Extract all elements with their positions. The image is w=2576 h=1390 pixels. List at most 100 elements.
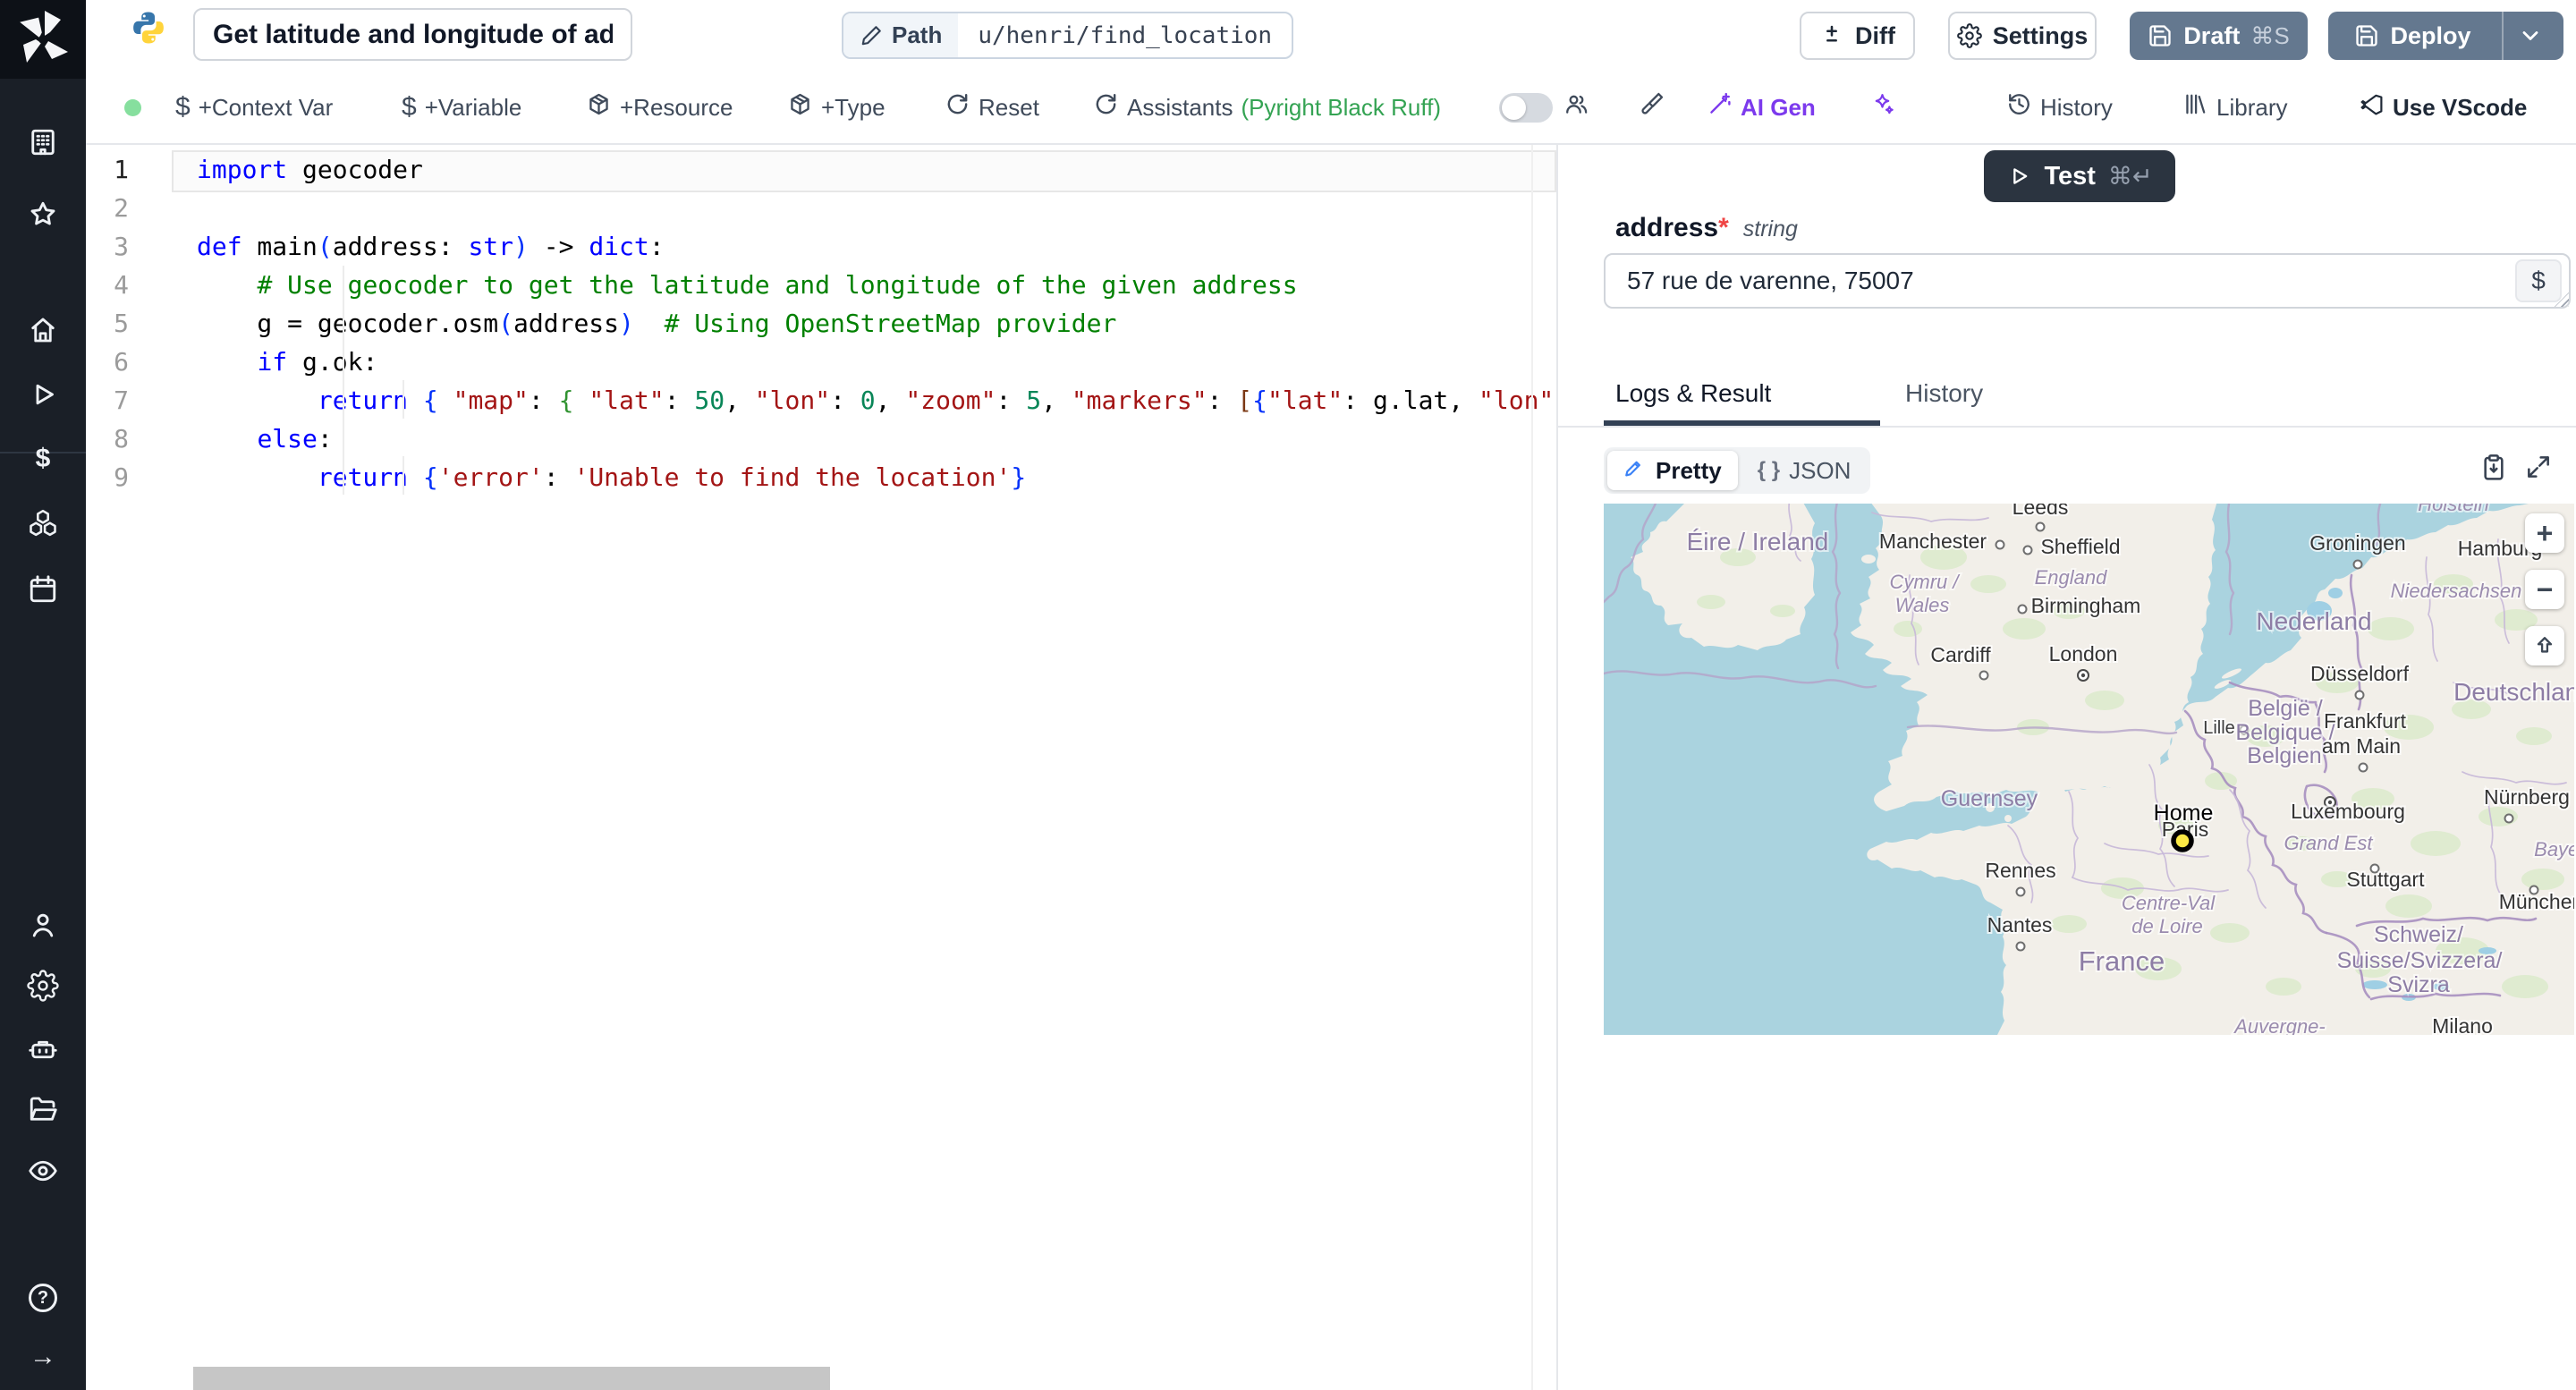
path-chip[interactable]: Path u/henri/find_location: [842, 12, 1294, 59]
indent-guide: [343, 266, 344, 495]
ai-sparkles-button[interactable]: [1869, 72, 1895, 143]
code-line-1[interactable]: 1 import geocoder: [86, 150, 1556, 192]
map-label: Luxembourg: [2291, 800, 2405, 823]
expand-icon[interactable]: [2524, 453, 2553, 481]
map-label: Stuttgart: [2347, 868, 2426, 891]
sidebar-item-calendar[interactable]: [0, 564, 86, 614]
map-label: Éire / Ireland: [1687, 528, 1829, 555]
sidebar-item-folder[interactable]: [0, 1084, 86, 1134]
save-icon: [2149, 25, 2171, 47]
diff-mode-toggle[interactable]: [1499, 93, 1553, 123]
settings-button[interactable]: Settings: [1948, 12, 2097, 60]
script-title-input[interactable]: [193, 8, 632, 61]
required-asterisk: *: [1718, 213, 1729, 242]
code-line-5[interactable]: 5 g = geocoder.osm(address) # Using Open…: [86, 304, 1556, 343]
tab-history[interactable]: History: [1905, 379, 1983, 408]
map-marker[interactable]: [2171, 829, 2194, 852]
deploy-dropdown-button[interactable]: [2501, 12, 2557, 60]
line-number: 3: [114, 232, 129, 261]
multiplayer-button[interactable]: [1563, 72, 1589, 143]
use-vscode-button[interactable]: Use VScode: [2359, 72, 2527, 143]
run-panel: Test ⌘↵ address* string $ Logs & Result …: [1558, 145, 2576, 1390]
result-view-switcher: Pretty { } JSON: [1604, 447, 1871, 494]
sidebar-item-arrow-right[interactable]: →: [0, 1332, 86, 1382]
map-recenter-button[interactable]: [2525, 626, 2564, 665]
sidebar-item-user[interactable]: [0, 900, 86, 950]
reset-button[interactable]: Reset: [945, 72, 1039, 143]
add-context-var-button[interactable]: $ +Context Var: [175, 72, 333, 143]
map-label: Cymru /: [1890, 571, 1961, 593]
code-line-3[interactable]: 3 def main(address: str) -> dict:: [86, 227, 1556, 266]
code-text: import geocoder: [197, 155, 423, 184]
arrow-right-icon: →: [30, 1342, 56, 1371]
deploy-button[interactable]: Deploy: [2328, 12, 2563, 60]
json-view-button[interactable]: { } JSON: [1741, 451, 1868, 490]
copy-result-icon[interactable]: [2479, 453, 2508, 481]
add-variable-button[interactable]: $ +Variable: [402, 72, 521, 143]
code-line-6[interactable]: 6 if g.ok:: [86, 343, 1556, 381]
line-number: 7: [114, 386, 129, 415]
brush-icon: [1639, 91, 1665, 123]
add-type-button[interactable]: +Type: [787, 72, 886, 143]
sidebar-item-gear[interactable]: [0, 961, 86, 1011]
library-button[interactable]: Library: [2182, 72, 2287, 143]
code-line-9[interactable]: 9 return {'error': 'Unable to find the l…: [86, 458, 1556, 496]
tab-logs-result[interactable]: Logs & Result: [1615, 379, 1771, 408]
pencil-icon: [861, 25, 881, 45]
map-label: Düsseldorf: [2310, 662, 2410, 685]
format-button[interactable]: [1639, 72, 1665, 143]
code-line-2[interactable]: 2: [86, 189, 1556, 227]
code-line-4[interactable]: 4 # Use geocoder to get the latitude and…: [86, 266, 1556, 304]
sidebar-item-help[interactable]: ?: [0, 1273, 86, 1323]
pretty-view-button[interactable]: Pretty: [1607, 451, 1738, 490]
result-map[interactable]: Leeds Éire / Ireland Manchester Sheffield Gr…: [1604, 504, 2574, 1035]
app-logo-block[interactable]: [0, 0, 86, 79]
field-type: string: [1742, 216, 1798, 242]
address-input[interactable]: [1604, 253, 2571, 309]
map-label: Belgien: [2247, 743, 2321, 768]
field-name: address: [1615, 213, 1719, 242]
map-label: England: [2035, 566, 2108, 589]
sidebar-item-dollar[interactable]: $: [0, 434, 86, 484]
draft-button[interactable]: Draft ⌘S: [2130, 12, 2308, 60]
status-dot: [124, 99, 141, 116]
map-label: Belgique /: [2235, 720, 2334, 745]
test-button[interactable]: Test ⌘↵: [1984, 150, 2175, 202]
sidebar-item-star[interactable]: [0, 190, 86, 240]
sidebar-item-robot[interactable]: [0, 1023, 86, 1073]
map-label: Lille: [2203, 718, 2235, 738]
map-label: Nantes: [1987, 913, 2053, 937]
assistants-button[interactable]: Assistants (Pyright Black Ruff): [1093, 72, 1441, 143]
editor-toolbar: $ +Context Var $ +Variable +Resource +Ty…: [86, 72, 2576, 145]
map-zoom-in-button[interactable]: +: [2525, 513, 2564, 553]
map-label: Milano: [2432, 1014, 2493, 1035]
path-edit[interactable]: Path: [843, 13, 959, 57]
sidebar-item-eye[interactable]: [0, 1146, 86, 1196]
map-label: Schweiz/: [2374, 922, 2463, 947]
code-text: return { "map": { "lat": 50, "lon": 0, "…: [317, 386, 1556, 415]
ai-gen-button[interactable]: AI Gen: [1707, 72, 1816, 143]
map-zoom-out-button[interactable]: −: [2525, 570, 2564, 609]
star-icon: [27, 199, 59, 231]
vscode-icon: [2359, 91, 2385, 123]
code-editor[interactable]: 1 import geocoder 2 3 def main(address: str)…: [86, 145, 1556, 1390]
field-row: address* string: [1615, 213, 1798, 243]
history-button[interactable]: History: [2006, 72, 2113, 143]
indent-guide: [402, 456, 404, 495]
horizontal-scrollbar-thumb[interactable]: [193, 1367, 830, 1390]
tabs-border: [1558, 426, 2576, 428]
sidebar-item-building[interactable]: [0, 117, 86, 167]
add-resource-button[interactable]: +Resource: [586, 72, 733, 143]
sidebar-item-home[interactable]: [0, 305, 86, 355]
users-icon: [1563, 91, 1589, 123]
editor-scrollbar-track: [1531, 145, 1533, 1390]
code-line-7[interactable]: 7 return { "map": { "lat": 50, "lon": 0,…: [86, 381, 1556, 420]
sidebar-item-cubes[interactable]: [0, 498, 86, 548]
sidebar-item-play[interactable]: [0, 369, 86, 420]
code-line-8[interactable]: 8 else:: [86, 420, 1556, 458]
user-icon: [27, 909, 59, 941]
diff-button[interactable]: Diff: [1800, 12, 1915, 60]
map-label: Leeds: [2012, 504, 2069, 519]
insert-variable-button[interactable]: $: [2515, 259, 2562, 302]
chevron-down-icon: [2522, 31, 2538, 40]
